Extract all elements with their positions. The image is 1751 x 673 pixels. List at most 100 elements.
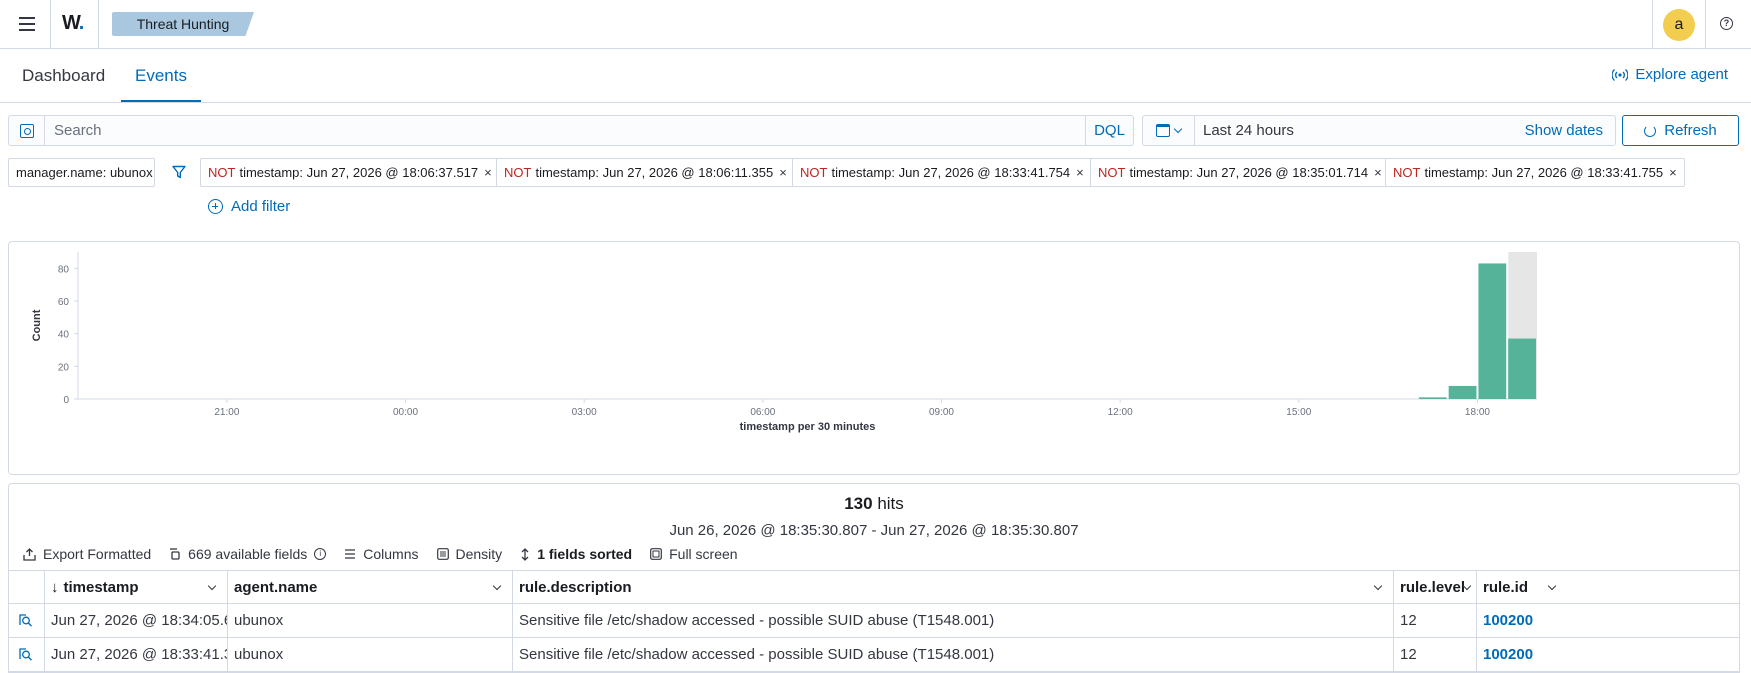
cell-rule-id-link[interactable]: 100200	[1477, 638, 1739, 671]
close-icon[interactable]: ×	[1076, 165, 1084, 180]
available-fields-label: 669 available fields	[188, 546, 308, 562]
sort-icon	[521, 547, 529, 561]
cell-agent-name: ubunox	[228, 638, 513, 671]
column-header-agent-name[interactable]: agent.name	[228, 571, 513, 604]
close-icon[interactable]: ×	[1374, 165, 1382, 180]
filter-pill-label: timestamp: Jun 27, 2026 @ 18:33:41.755	[1424, 165, 1664, 180]
header-divider	[50, 0, 51, 48]
column-header-label: timestamp	[63, 579, 139, 596]
query-bar: DQL	[8, 115, 1134, 146]
filter-pill[interactable]: NOT timestamp: Jun 27, 2026 @ 18:06:37.51…	[200, 158, 500, 187]
close-icon[interactable]: ×	[779, 165, 787, 180]
app-logo[interactable]: W.	[62, 12, 84, 35]
filter-negation-label: NOT	[208, 165, 236, 180]
breadcrumb-threat-hunting[interactable]: Threat Hunting	[112, 12, 254, 36]
list-icon	[345, 549, 356, 559]
column-header-rule-level[interactable]: rule.level	[1394, 571, 1477, 604]
chevron-down-icon[interactable]	[1547, 581, 1557, 591]
date-range-label[interactable]: Last 24 hours	[1203, 116, 1294, 145]
available-fields-button[interactable]: 669 available fields i	[169, 546, 327, 562]
refresh-button[interactable]: Refresh	[1622, 115, 1739, 146]
header-divider	[98, 0, 99, 48]
header-divider	[1705, 0, 1706, 48]
sort-fields-button[interactable]: 1 fields sorted	[520, 546, 632, 562]
info-icon[interactable]: i	[314, 548, 327, 560]
filter-pill-label: timestamp: Jun 27, 2026 @ 18:06:37.517	[239, 165, 479, 180]
chevron-down-icon	[1173, 124, 1183, 134]
column-header-rule-description[interactable]: rule.description	[513, 571, 1394, 604]
broadcast-icon	[1612, 68, 1629, 81]
hamburger-menu-icon[interactable]	[14, 12, 40, 36]
chevron-down-icon[interactable]	[1373, 581, 1383, 591]
export-formatted-button[interactable]: Export Formatted	[23, 546, 151, 562]
inspect-document-icon[interactable]	[18, 647, 33, 662]
column-header-label: agent.name	[234, 579, 318, 596]
explore-agent-button[interactable]: Explore agent	[1612, 66, 1728, 83]
histogram-bar	[1448, 385, 1477, 399]
user-avatar[interactable]: a	[1663, 9, 1695, 41]
refresh-icon	[1644, 124, 1657, 137]
column-header-timestamp[interactable]: ↓ timestamp	[45, 571, 228, 604]
cell-agent-name: ubunox	[228, 604, 513, 637]
search-input[interactable]	[46, 116, 1094, 145]
filter-pill[interactable]: NOT timestamp: Jun 27, 2026 @ 18:33:41.75…	[792, 158, 1092, 187]
filter-funnel-icon[interactable]	[172, 165, 186, 179]
fields-icon	[170, 547, 180, 560]
y-tick-label: 0	[63, 395, 69, 406]
results-panel: 130 hits Jun 26, 2026 @ 18:35:30.807 - J…	[8, 483, 1740, 673]
density-button[interactable]: Density	[436, 546, 502, 562]
plus-circle-icon	[208, 199, 223, 214]
export-icon	[23, 547, 36, 561]
x-tick-label: 06:00	[750, 407, 775, 418]
cell-rule-id-link[interactable]: 100200	[1477, 604, 1739, 637]
header-control-column	[9, 571, 45, 604]
column-header-rule-id[interactable]: rule.id	[1477, 571, 1739, 604]
x-tick-label: 03:00	[572, 407, 597, 418]
export-label: Export Formatted	[43, 546, 152, 562]
filter-pill[interactable]: NOT timestamp: Jun 27, 2026 @ 18:35:01.71…	[1090, 158, 1390, 187]
filter-pill-label: timestamp: Jun 27, 2026 @ 18:06:11.355	[535, 165, 774, 180]
x-axis-title: timestamp per 30 minutes	[740, 421, 876, 433]
query-language-button[interactable]: DQL	[1085, 116, 1133, 145]
filter-negation-label: NOT	[800, 165, 828, 180]
histogram-chart[interactable]: 0 20 40 60 80 21:00 00:00 03:00 06:00 09:00 12:00 1…	[9, 242, 1739, 474]
inspect-document-icon[interactable]	[18, 613, 33, 628]
row-inspect-cell[interactable]	[9, 604, 45, 637]
header-divider	[1652, 0, 1653, 48]
filter-pill[interactable]: NOT timestamp: Jun 27, 2026 @ 18:06:11.35…	[496, 158, 795, 187]
index-pattern-filter[interactable]: manager.name: ubunox	[8, 158, 155, 187]
tab-dashboard[interactable]: Dashboard	[8, 49, 119, 102]
explore-agent-label: Explore agent	[1635, 66, 1728, 83]
table-row: Jun 27, 2026 @ 18:34:05.6... ubunox Sens…	[9, 604, 1739, 638]
table-header-row: ↓ timestamp agent.name rule.description r…	[9, 570, 1739, 604]
close-icon[interactable]: ×	[1669, 165, 1677, 180]
close-icon[interactable]: ×	[484, 165, 492, 180]
row-inspect-cell[interactable]	[9, 638, 45, 671]
show-dates-button[interactable]: Show dates	[1525, 116, 1603, 145]
density-icon	[436, 548, 449, 560]
add-filter-button[interactable]: Add filter	[208, 198, 290, 215]
column-header-label: rule.level	[1400, 579, 1466, 596]
column-header-label: rule.id	[1483, 579, 1529, 596]
hits-label: hits	[877, 494, 904, 513]
sort-desc-arrow-icon[interactable]: ↓	[51, 579, 59, 596]
cell-timestamp: Jun 27, 2026 @ 18:34:05.6...	[45, 604, 228, 637]
cell-rule-level: 12	[1394, 604, 1477, 637]
histogram-bar	[1418, 397, 1447, 399]
add-filter-label: Add filter	[231, 198, 291, 215]
saved-query-button[interactable]	[9, 116, 45, 145]
chevron-down-icon[interactable]	[492, 581, 502, 591]
quick-menu-button[interactable]	[1143, 116, 1195, 145]
help-icon[interactable]: ?	[1720, 17, 1733, 30]
chevron-down-icon[interactable]	[207, 581, 217, 591]
tab-events[interactable]: Events	[121, 49, 201, 102]
histogram-panel: 0 20 40 60 80 21:00 00:00 03:00 06:00 09:00 12:00 1…	[8, 241, 1740, 475]
sort-fields-label: 1 fields sorted	[537, 546, 633, 562]
y-tick-label: 20	[58, 362, 70, 373]
filter-negation-label: NOT	[1393, 165, 1421, 180]
y-tick-label: 40	[58, 330, 70, 341]
columns-button[interactable]: Columns	[344, 546, 419, 562]
index-filter-label: manager.name: ubunox	[16, 165, 153, 180]
filter-pill[interactable]: NOT timestamp: Jun 27, 2026 @ 18:33:41.75…	[1385, 158, 1685, 187]
full-screen-button[interactable]: Full screen	[650, 546, 738, 562]
